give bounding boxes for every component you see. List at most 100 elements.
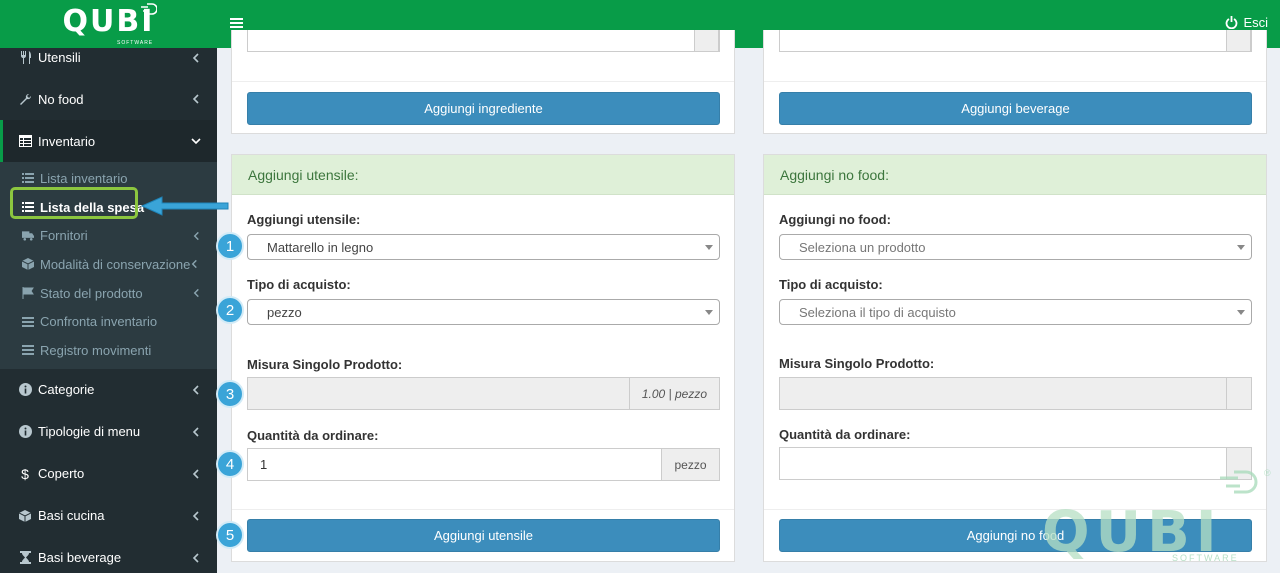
caret-down-icon (705, 245, 713, 250)
sidebar-subitem-confronta-inventario[interactable]: Confronta inventario (0, 307, 217, 336)
add-ingredient-button[interactable]: Aggiungi ingrediente (247, 92, 720, 125)
purchase-type-select[interactable]: Seleziona il tipo di acquisto (779, 299, 1252, 325)
list-icon (22, 172, 34, 184)
dollar-icon: $ (21, 465, 29, 482)
select-value: Mattarello in legno (267, 239, 374, 255)
logout-button[interactable]: Esci (1225, 15, 1268, 30)
sidebar-subitem-label: Stato del prodotto (40, 285, 143, 301)
purchase-type-label: Tipo di acquisto: (779, 277, 883, 292)
purchase-type-label: Tipo di acquisto: (247, 277, 351, 292)
callout-arrow-icon (140, 196, 229, 216)
sidebar-item-categorie[interactable]: Categorie (0, 369, 217, 411)
quantity-input-group (779, 447, 1252, 480)
sidebar-subitem-modalita-conservazione[interactable]: Modalità di conservazione (0, 250, 217, 279)
sidebar-item-utensili[interactable]: Utensili (0, 48, 217, 68)
sidebar-item-coperto[interactable]: $ Coperto (0, 453, 217, 495)
quantity-unit-addon (1226, 448, 1251, 479)
hamburger-menu-icon[interactable] (230, 17, 243, 29)
beverage-addon-remnant (1226, 30, 1251, 52)
add-nofood-box: Aggiungi no food: Aggiungi no food: Sele… (763, 154, 1267, 562)
measure-field (780, 378, 1226, 409)
select-placeholder: Seleziona il tipo di acquisto (799, 304, 956, 320)
hourglass-icon (18, 551, 32, 565)
add-utensile-box: Aggiungi utensile: Aggiungi utensile: Ma… (231, 154, 735, 562)
sidebar-item-label: Utensili (38, 50, 81, 65)
purchase-type-select[interactable]: pezzo (247, 299, 720, 325)
quantity-unit-addon: pezzo (661, 449, 719, 480)
chevron-left-icon (193, 288, 199, 298)
sidebar-item-label: Tipologie di menu (38, 424, 141, 440)
measure-field (248, 378, 629, 409)
logout-label: Esci (1243, 15, 1268, 30)
measure-input-group (779, 377, 1252, 410)
quantity-input[interactable]: 1 (248, 449, 661, 480)
sidebar-subitem-lista-inventario[interactable]: Lista inventario (0, 164, 217, 193)
chevron-left-icon (192, 511, 199, 521)
divider (764, 81, 1266, 82)
sidebar-item-label: Categorie (38, 382, 95, 398)
sidebar-menu: Utensili No food Inventario Lista invent… (0, 48, 217, 573)
product-label: Aggiungi utensile: (247, 212, 361, 227)
list-icon (22, 201, 34, 213)
sidebar: QUBI SOFTWARE Utensili No food Inventari… (0, 0, 217, 573)
chevron-left-icon (192, 469, 199, 479)
select-placeholder: Seleziona un prodotto (799, 239, 926, 255)
power-icon (1226, 16, 1238, 29)
chevron-left-icon (192, 94, 199, 104)
chevron-down-icon (191, 138, 201, 145)
ingredient-field-remnant (247, 30, 720, 52)
sidebar-subitem-fornitori[interactable]: Fornitori (0, 221, 217, 250)
divider (232, 509, 734, 510)
utensile-select[interactable]: Mattarello in legno (247, 234, 720, 260)
logo-subtitle: SOFTWARE (117, 40, 154, 46)
quantity-label: Quantità da ordinare: (247, 428, 379, 443)
quantity-input-group: 1 pezzo (247, 448, 720, 481)
add-beverage-button[interactable]: Aggiungi beverage (779, 92, 1252, 125)
quantity-input[interactable] (780, 448, 1226, 479)
measure-label: Misura Singolo Prodotto: (247, 357, 403, 372)
sidebar-item-basi-cucina[interactable]: Basi cucina (0, 495, 217, 537)
measure-input-group: 1.00 | pezzo (247, 377, 720, 410)
sidebar-subitem-label: Confronta inventario (40, 314, 158, 330)
sidebar-subitem-label: Registro movimenti (40, 342, 152, 358)
add-nofood-button[interactable]: Aggiungi no food (779, 519, 1252, 552)
divider (232, 81, 734, 82)
measure-label: Misura Singolo Prodotto: (779, 356, 935, 371)
logo-mark-icon (141, 3, 157, 15)
info-icon (18, 425, 32, 439)
sidebar-item-label: Coperto (38, 466, 85, 482)
bars-icon (22, 316, 34, 328)
sidebar-item-tipologie-menu[interactable]: Tipologie di menu (0, 411, 217, 453)
sidebar-item-label: Basi beverage (38, 550, 122, 566)
beverage-field-remnant (779, 30, 1252, 52)
chevron-left-icon (192, 553, 199, 563)
product-label: Aggiungi no food: (779, 212, 891, 227)
flag-icon (22, 287, 34, 300)
table-icon (18, 134, 32, 148)
sidebar-subitem-label: Lista inventario (40, 170, 128, 186)
chevron-left-icon (193, 231, 199, 240)
add-utensile-button[interactable]: Aggiungi utensile (247, 519, 720, 552)
sidebar-subitem-label: Fornitori (40, 228, 88, 244)
sidebar-item-inventario[interactable]: Inventario (0, 120, 217, 162)
measure-addon (1226, 378, 1251, 409)
sidebar-item-label: Inventario (38, 133, 96, 149)
sidebar-subitem-stato-prodotto[interactable]: Stato del prodotto (0, 279, 217, 308)
box-title: Aggiungi no food: (764, 155, 1266, 195)
wrench-icon (18, 92, 32, 106)
bars-icon (22, 344, 34, 356)
step-badge: 5 (216, 521, 244, 549)
nofood-select[interactable]: Seleziona un prodotto (779, 234, 1252, 260)
step-badge: 2 (216, 296, 244, 324)
chevron-left-icon (192, 53, 199, 63)
chevron-left-icon (192, 427, 199, 437)
sidebar-item-no-food[interactable]: No food (0, 78, 217, 120)
step-badge: 1 (216, 232, 244, 260)
caret-down-icon (1237, 310, 1245, 315)
sidebar-item-basi-beverage[interactable]: Basi beverage (0, 537, 217, 573)
step-badge: 3 (216, 380, 244, 408)
logo[interactable]: QUBI SOFTWARE (0, 0, 217, 48)
measure-addon: 1.00 | pezzo (628, 378, 719, 409)
sidebar-subitem-registro-movimenti[interactable]: Registro movimenti (0, 336, 217, 365)
sidebar-item-label: No food (38, 91, 84, 107)
